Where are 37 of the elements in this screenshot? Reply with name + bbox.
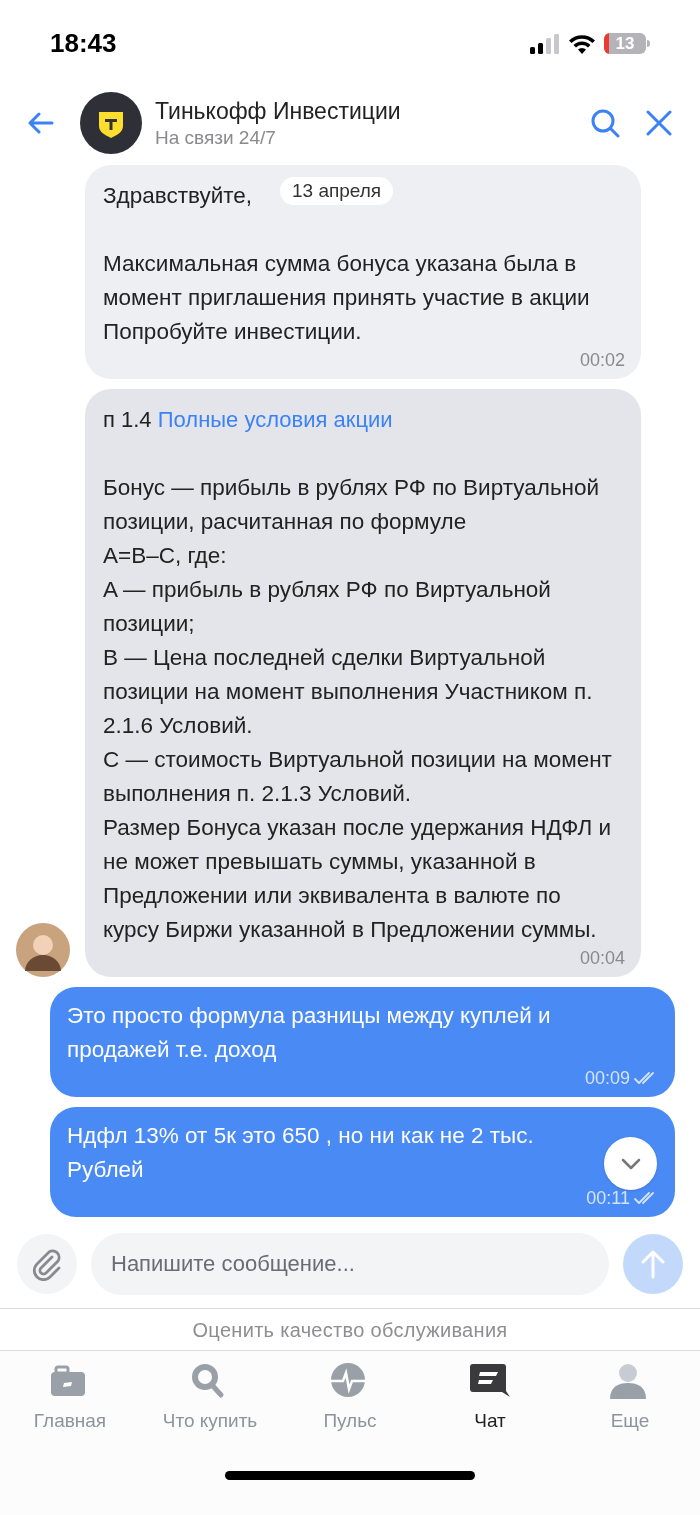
message-text: Здравствуйте, [103,182,253,210]
status-time: 18:43 [50,27,117,60]
tab-bar-item[interactable]: Что купить [140,1363,280,1451]
message-text: Это просто формула разницы между куплей и продажей т.е. доход [67,1002,552,1064]
arrow-up-icon [641,1249,665,1279]
message-time: 00:02 [579,348,625,372]
message-time: 00:11 [586,1186,630,1210]
message-text: A=B–C, где: [103,542,227,570]
rate-service-link[interactable]: Оценить качество обслуживания [192,1314,508,1345]
message-text: C — стоимость Виртуальной позиции на момент выполнения п. 2.1.3 Условий. [103,746,613,808]
search-icon [590,107,620,138]
message-text: Максимальная сумма бонуса указана была в момент приглашения принять участие в акции Попробуйте инвестиции. [103,250,591,346]
message-text: Бонус — прибыль в рублях РФ по Виртуальной позиции, расчитанная по формуле [103,474,601,536]
tab-bar-item[interactable]: Чат [420,1363,560,1451]
date-label: 13 апреля [280,177,394,205]
chevron-down-icon [620,1157,641,1170]
chat-bubble-icon [470,1363,510,1399]
message-text: A — прибыль в рублях РФ по Виртуальной позиции; [103,576,552,638]
back-arrow-icon [28,111,54,134]
signal-icon [530,33,560,54]
shield-logo-icon [80,91,142,154]
tab-bar-item[interactable]: Еще [560,1363,700,1451]
message-input[interactable]: Напишите сообщение... [91,1233,609,1295]
message-text: Размер Бонуса указан после удержания НДФЛ и не может превышать суммы, указанной в Предложении или эквивалента в валюте по курсу Биржи указанной в Предложении суммы. [103,814,613,944]
tab-bar-item[interactable]: Главная [0,1363,140,1451]
chat-subtitle: На связи 24/7 [155,125,277,150]
avatar-icon [16,923,70,977]
wifi-icon [568,33,596,54]
close-icon [646,109,672,136]
terms-link[interactable]: Полные условия акции [157,403,393,437]
message-text: п 1.4 [103,406,153,434]
chat-title: Тинькофф Инвестиции [155,96,402,126]
tab-bar-item[interactable]: Пульс [280,1363,420,1451]
message-text: Ндфл 13% от 5к это 650 , но ни как не 2 тыс. Рублей [67,1122,535,1184]
message-time: 00:09 [584,1066,630,1090]
message-time: 00:04 [579,946,625,970]
message-text: B — Цена последней сделки Виртуальной позиции на момент выполнения Участником п. 2.1.6 Условий. [103,644,594,740]
